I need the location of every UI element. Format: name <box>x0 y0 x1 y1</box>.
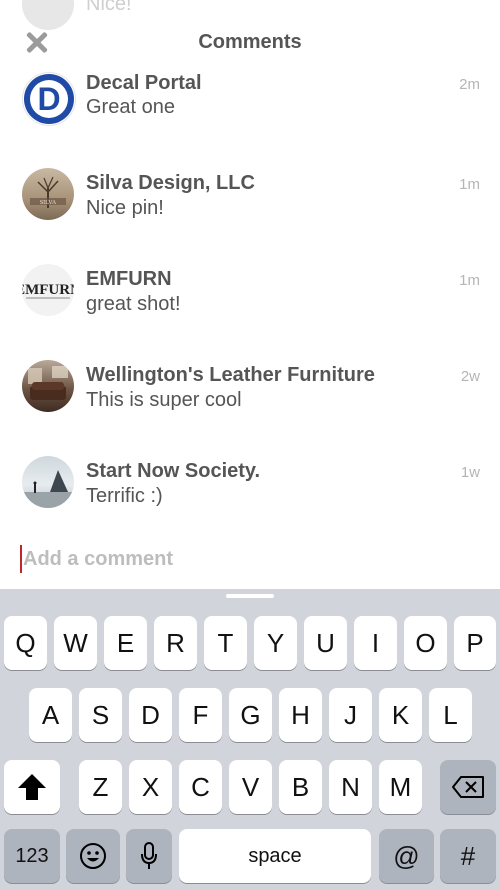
key-k[interactable]: K <box>379 688 422 742</box>
emoji-icon <box>80 843 106 869</box>
key-b[interactable]: B <box>279 760 322 814</box>
key-i[interactable]: I <box>354 616 397 670</box>
svg-text:EMFURN: EMFURN <box>22 282 74 298</box>
comment-text: Terrific :) <box>86 485 163 507</box>
keyboard: Q W E R T Y U I O P A S D F G H J K L Z … <box>0 589 500 890</box>
key-h[interactable]: H <box>279 688 322 742</box>
commenter-name[interactable]: Wellington's Leather Furniture <box>86 364 375 387</box>
mic-key[interactable] <box>126 829 172 883</box>
key-n[interactable]: N <box>329 760 372 814</box>
commenter-name[interactable]: Start Now Society. <box>86 460 260 483</box>
tree-icon: SILVA <box>30 176 66 208</box>
avatar[interactable] <box>22 456 74 508</box>
key-l[interactable]: L <box>429 688 472 742</box>
commenter-name[interactable]: Silva Design, LLC <box>86 172 255 195</box>
svg-text:SILVA: SILVA <box>40 200 57 206</box>
key-m[interactable]: M <box>379 760 422 814</box>
key-z[interactable]: Z <box>79 760 122 814</box>
commenter-name[interactable]: EMFURN <box>86 268 172 291</box>
key-s[interactable]: S <box>79 688 122 742</box>
avatar[interactable]: D <box>22 72 76 126</box>
text-caret <box>20 545 22 573</box>
key-v[interactable]: V <box>229 760 272 814</box>
emfurn-logo-icon: EMFURN <box>22 282 74 299</box>
keyboard-handle[interactable] <box>226 594 274 598</box>
comment-text: Great one <box>86 96 175 118</box>
add-comment-bar[interactable] <box>20 542 480 576</box>
furniture-photo-icon <box>28 366 68 400</box>
avatar[interactable] <box>22 360 74 412</box>
space-key[interactable]: space <box>179 829 371 883</box>
key-p[interactable]: P <box>454 616 496 670</box>
shift-icon <box>18 774 46 800</box>
key-j[interactable]: J <box>329 688 372 742</box>
key-d[interactable]: D <box>129 688 172 742</box>
timestamp: 1w <box>460 464 480 481</box>
backspace-key[interactable] <box>440 760 496 814</box>
at-key[interactable]: @ <box>379 829 434 883</box>
add-comment-input[interactable] <box>23 542 423 576</box>
key-g[interactable]: G <box>229 688 272 742</box>
shift-key[interactable] <box>4 760 60 814</box>
key-y[interactable]: Y <box>254 616 297 670</box>
timestamp: 1m <box>459 272 480 289</box>
key-f[interactable]: F <box>179 688 222 742</box>
list-item[interactable]: Wellington's Leather Furniture This is s… <box>0 352 500 448</box>
list-item[interactable]: EMFURN EMFURN great shot! 1m <box>0 256 500 352</box>
key-o[interactable]: O <box>404 616 447 670</box>
list-item[interactable]: D Decal Portal Great one 2m <box>0 68 500 160</box>
list-item[interactable]: SILVA Silva Design, LLC Nice pin! 1m <box>0 160 500 256</box>
mic-icon <box>141 842 157 869</box>
list-item[interactable]: Start Now Society. Terrific :) 1w <box>0 448 500 538</box>
comment-text: This is super cool <box>86 389 242 411</box>
key-e[interactable]: E <box>104 616 147 670</box>
key-r[interactable]: R <box>154 616 197 670</box>
numbers-key[interactable]: 123 <box>4 829 60 883</box>
hash-key[interactable]: # <box>440 829 496 883</box>
timestamp: 2w <box>460 368 480 385</box>
landscape-photo-icon <box>22 470 74 508</box>
timestamp: 2m <box>459 76 480 93</box>
page-title: Comments <box>198 31 302 53</box>
emoji-key[interactable] <box>66 829 120 883</box>
comment-text: Nice pin! <box>86 197 164 219</box>
key-x[interactable]: X <box>129 760 172 814</box>
key-t[interactable]: T <box>204 616 247 670</box>
timestamp: 1m <box>459 176 480 193</box>
svg-text:D: D <box>37 81 60 117</box>
key-a[interactable]: A <box>29 688 72 742</box>
key-q[interactable]: Q <box>4 616 47 670</box>
decal-portal-logo-icon: D <box>24 74 74 124</box>
backspace-icon <box>452 776 484 798</box>
comment-text: great shot! <box>86 293 181 315</box>
avatar[interactable]: EMFURN <box>22 264 74 316</box>
avatar[interactable]: SILVA <box>22 168 74 220</box>
comments-list[interactable]: D Decal Portal Great one 2m SILVA Silva … <box>0 68 500 538</box>
key-w[interactable]: W <box>54 616 97 670</box>
key-c[interactable]: C <box>179 760 222 814</box>
commenter-name[interactable]: Decal Portal <box>86 72 202 95</box>
key-u[interactable]: U <box>304 616 347 670</box>
